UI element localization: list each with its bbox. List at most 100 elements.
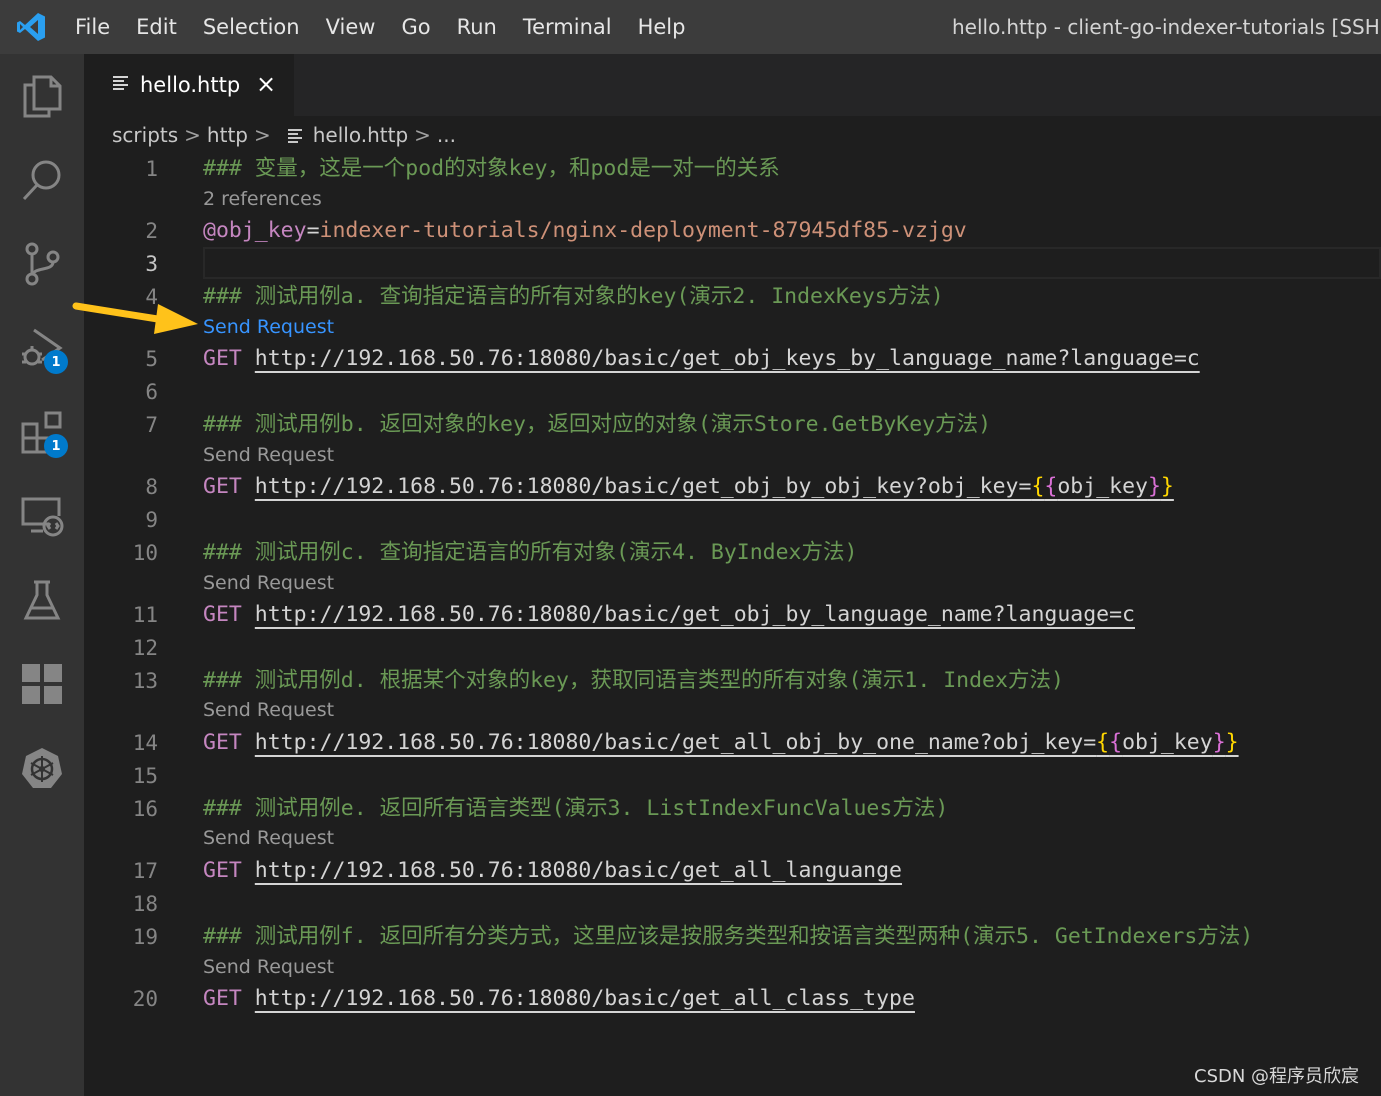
request-url[interactable]: http://192.168.50.76:18080/basic/get_all… <box>255 730 1239 755</box>
send-request-codelens[interactable]: Send Request <box>203 312 334 342</box>
code-line: 2 @obj_key=indexer-tutorials/nginx-deploy… <box>84 214 1381 248</box>
line-number: 11 <box>132 603 158 627</box>
tab-bar: hello.http × <box>84 54 1381 116</box>
template-brace: { <box>1109 730 1123 755</box>
send-request-codelens[interactable]: Send Request <box>203 440 334 470</box>
code-editor[interactable]: 1 ### 变量，这是一个pod的对象key，和pod是一对一的关系 2 @obj_k… <box>84 152 1381 1096</box>
comment-text: ### 变量，这是一个pod的对象key，和pod是一对一的关系 <box>203 156 780 181</box>
request-url[interactable]: http://192.168.50.76:18080/basic/get_obj… <box>255 602 1135 627</box>
extensions-icon[interactable]: 1 <box>0 390 84 474</box>
code-line: 10 ### 测试用例c. 查询指定语言的所有对象(演示4. ByIndex方法) <box>84 536 1381 570</box>
menu-file[interactable]: File <box>62 0 123 54</box>
remote-explorer-icon[interactable] <box>0 474 84 558</box>
code-text: ### 测试用例f. 返回所有分类方式，这里应该是按服务类型和按语言类型两种(演… <box>203 920 1253 954</box>
template-variable: obj_key <box>1122 730 1213 755</box>
line-number: 2 <box>145 219 158 243</box>
breadcrumb: scripts > http > hello.http > ... <box>112 118 456 152</box>
line-number: 7 <box>145 413 158 437</box>
request-url[interactable]: http://192.168.50.76:18080/basic/get_all… <box>255 858 902 883</box>
line-number: 17 <box>132 859 158 883</box>
tab-hello-http[interactable]: hello.http × <box>84 54 294 116</box>
code-line: 16 ### 测试用例e. 返回所有语言类型(演示3. ListIndexFunc… <box>84 792 1381 826</box>
annotation-arrow <box>72 302 198 334</box>
comment-text: ### 测试用例f. 返回所有分类方式，这里应该是按服务类型和按语言类型两种(演… <box>203 924 1254 949</box>
close-icon[interactable]: × <box>256 70 276 98</box>
menu-edit[interactable]: Edit <box>123 0 190 54</box>
breadcrumb-http[interactable]: http <box>207 123 248 147</box>
code-line: 14 GET http://192.168.50.76:18080/basic/g… <box>84 726 1381 760</box>
line-number: 16 <box>132 797 158 821</box>
http-method: GET <box>203 730 242 755</box>
variable-name: @obj_key <box>203 218 307 243</box>
line-number: 19 <box>132 925 158 949</box>
code-line: 18 <box>84 887 1381 921</box>
code-line: 11 GET http://192.168.50.76:18080/basic/g… <box>84 598 1381 632</box>
send-request-codelens[interactable]: Send Request <box>203 695 334 725</box>
line-number: 18 <box>132 892 158 916</box>
code-line: 3 <box>84 247 1381 281</box>
code-text: GET http://192.168.50.76:18080/basic/get… <box>203 342 1200 376</box>
comment-text: ### 测试用例a. 查询指定语言的所有对象的key(演示2. IndexKey… <box>203 284 944 309</box>
current-line-highlight <box>203 247 1381 279</box>
line-number: 6 <box>145 380 158 404</box>
code-line: 4 ### 测试用例a. 查询指定语言的所有对象的key(演示2. IndexKe… <box>84 280 1381 314</box>
template-brace: } <box>1212 730 1226 755</box>
template-brace: } <box>1225 730 1239 755</box>
explorer-icon[interactable] <box>0 54 84 138</box>
line-number: 3 <box>145 252 158 276</box>
send-request-codelens[interactable]: Send Request <box>203 952 334 982</box>
url-text: http://192.168.50.76:18080/basic/get_obj… <box>254 602 1135 627</box>
template-variable: obj_key <box>1057 474 1148 499</box>
references-codelens[interactable]: 2 references <box>203 184 322 214</box>
code-text: GET http://192.168.50.76:18080/basic/get… <box>203 598 1135 632</box>
menu-help[interactable]: Help <box>625 0 699 54</box>
url-text: http://192.168.50.76:18080/basic/get_obj… <box>254 474 1032 499</box>
url-text: http://192.168.50.76:18080/basic/get_all… <box>254 986 915 1011</box>
breadcrumb-scripts[interactable]: scripts <box>112 123 178 147</box>
testing-icon[interactable] <box>0 558 84 642</box>
menu-go[interactable]: Go <box>388 0 443 54</box>
template-brace: } <box>1147 474 1161 499</box>
template-brace: } <box>1160 474 1174 499</box>
menu-bar: File Edit Selection View Go Run Terminal… <box>62 0 698 54</box>
search-icon[interactable] <box>0 138 84 222</box>
request-url[interactable]: http://192.168.50.76:18080/basic/get_obj… <box>255 474 1174 499</box>
breadcrumb-more[interactable]: ... <box>437 123 456 147</box>
send-request-codelens[interactable]: Send Request <box>203 568 334 598</box>
template-brace: { <box>1031 474 1045 499</box>
menu-view[interactable]: View <box>313 0 389 54</box>
url-text: http://192.168.50.76:18080/basic/get_all… <box>254 730 1097 755</box>
vscode-logo-icon[interactable] <box>0 0 62 54</box>
code-line: 17 GET http://192.168.50.76:18080/basic/g… <box>84 854 1381 888</box>
code-line: 15 <box>84 759 1381 793</box>
menu-run[interactable]: Run <box>444 0 510 54</box>
code-text: GET http://192.168.50.76:18080/basic/get… <box>203 470 1174 504</box>
line-number: 9 <box>145 508 158 532</box>
menu-terminal[interactable]: Terminal <box>510 0 625 54</box>
comment-text: ### 测试用例b. 返回对象的key，返回对应的对象(演示Store.GetB… <box>203 412 992 437</box>
dashboard-icon[interactable] <box>0 642 84 726</box>
kubernetes-icon[interactable] <box>0 726 84 810</box>
title-bar: File Edit Selection View Go Run Terminal… <box>0 0 1381 54</box>
line-number: 12 <box>132 636 158 660</box>
http-method: GET <box>203 346 242 371</box>
menu-selection[interactable]: Selection <box>190 0 313 54</box>
comment-text: ### 测试用例d. 根据某个对象的key，获取同语言类型的所有对象(演示1. … <box>203 668 1064 693</box>
watermark: CSDN @程序员欣宸 <box>1194 1066 1360 1087</box>
extensions-badge: 1 <box>44 434 68 458</box>
line-number: 13 <box>132 669 158 693</box>
code-line: 9 <box>84 503 1381 537</box>
request-url[interactable]: http://192.168.50.76:18080/basic/get_all… <box>255 986 915 1011</box>
breadcrumb-file[interactable]: hello.http <box>313 123 408 147</box>
request-url[interactable]: http://192.168.50.76:18080/basic/get_obj… <box>255 346 1200 371</box>
code-line: 13 ### 测试用例d. 根据某个对象的key，获取同语言类型的所有对象(演示1… <box>84 664 1381 698</box>
code-text: GET http://192.168.50.76:18080/basic/get… <box>203 982 915 1016</box>
code-line: 6 <box>84 375 1381 409</box>
source-control-icon[interactable] <box>0 222 84 306</box>
send-request-codelens[interactable]: Send Request <box>203 823 334 853</box>
code-line: 20 GET http://192.168.50.76:18080/basic/g… <box>84 982 1381 1016</box>
run-debug-badge: 1 <box>44 350 68 374</box>
file-lines-icon <box>287 128 303 143</box>
code-text: GET http://192.168.50.76:18080/basic/get… <box>203 854 902 888</box>
code-text: ### 测试用例b. 返回对象的key，返回对应的对象(演示Store.GetB… <box>203 408 991 442</box>
